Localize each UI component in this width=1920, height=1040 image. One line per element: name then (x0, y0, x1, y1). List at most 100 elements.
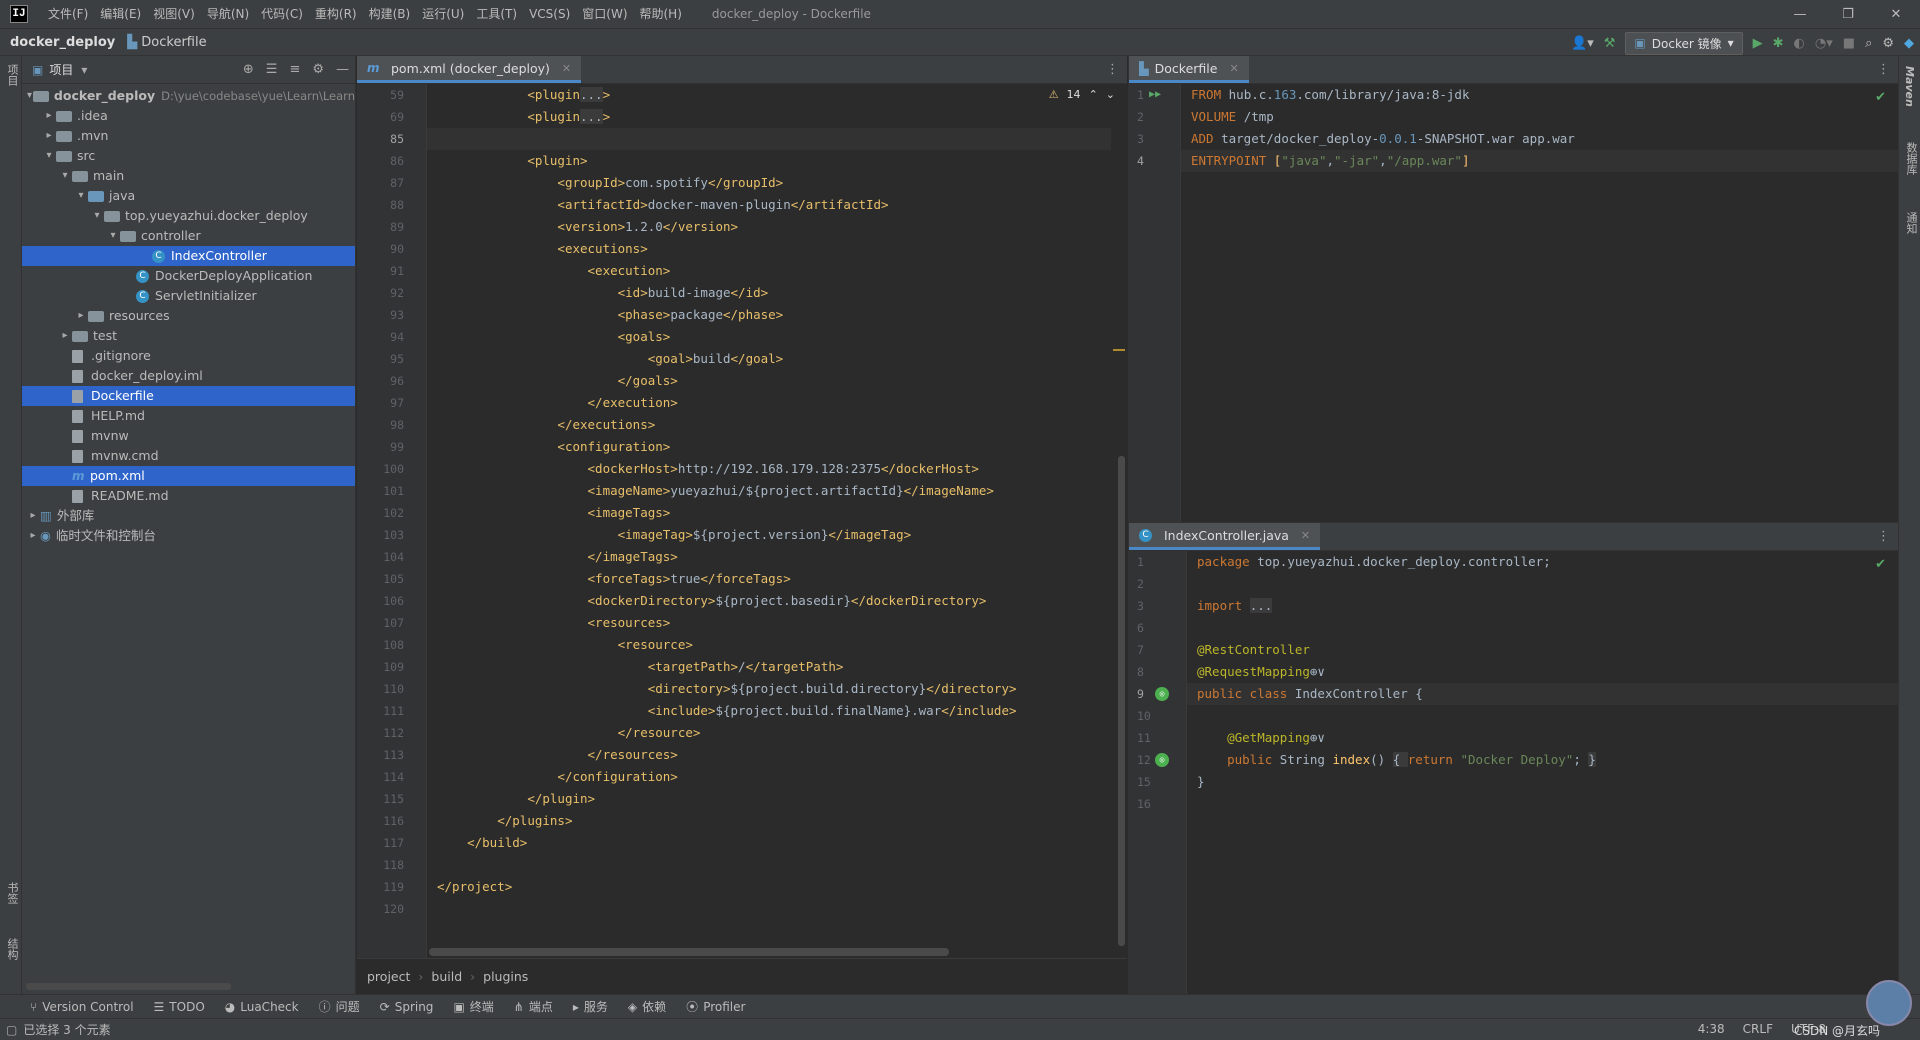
menu-item[interactable]: 构建(B) (363, 0, 417, 28)
tree-row[interactable]: C IndexController (22, 246, 355, 266)
hide-icon[interactable]: — (336, 62, 349, 77)
chevron-up-icon[interactable]: ⌃ (1089, 88, 1098, 101)
code-line[interactable]: <dockerHost>http://192.168.179.128:2375<… (427, 458, 1111, 480)
run-icon[interactable]: ▶ (1753, 36, 1763, 51)
code-line[interactable]: <imageTag>${project.version}</imageTag> (427, 524, 1111, 546)
user-icon[interactable]: 👤▾ (1571, 36, 1594, 51)
menu-item[interactable]: 视图(V) (147, 0, 201, 28)
code-lines[interactable]: package top.yueyazhui.docker_deploy.cont… (1187, 551, 1898, 815)
locate-icon[interactable]: ⊕ (243, 62, 254, 77)
more-options-icon[interactable]: ⋮ (1877, 62, 1890, 77)
chevron-icon[interactable]: ▸ (74, 306, 88, 326)
code-line[interactable]: <imageName>yueyazhui/${project.artifactI… (427, 480, 1111, 502)
inspection-widget[interactable]: ⚠ 14 ⌃ ⌄ (1049, 88, 1115, 101)
tool-window-button[interactable]: ☰ TODO (154, 1000, 205, 1014)
menu-item[interactable]: 代码(C) (255, 0, 309, 28)
code-token[interactable]: { (1392, 752, 1408, 767)
code-token[interactable]: ... (1249, 598, 1273, 613)
code-line[interactable]: <plugin...> (427, 84, 1111, 106)
gear-icon[interactable]: ⚙ (312, 62, 324, 77)
folded-region[interactable]: ... (580, 109, 603, 124)
code-line[interactable]: package top.yueyazhui.docker_deploy.cont… (1187, 551, 1898, 573)
code-line[interactable]: <targetPath>/</targetPath> (427, 656, 1111, 678)
code-line[interactable] (427, 128, 1111, 150)
tree-row[interactable]: docker_deploy.iml (22, 366, 355, 386)
code-line[interactable]: </project> (427, 876, 1111, 898)
breadcrumb-item[interactable]: plugins (483, 969, 528, 984)
tool-window-button[interactable]: ◕ LuaCheck (225, 1000, 299, 1014)
code-line[interactable]: <id>build-image</id> (427, 282, 1111, 304)
breadcrumb-file[interactable]: ▙ Dockerfile (115, 35, 206, 50)
bookmarks-tool-tab[interactable]: 书签 (4, 882, 20, 904)
chevron-icon[interactable]: ▾ (26, 86, 33, 106)
tree-row[interactable]: m pom.xml (22, 466, 355, 486)
tab-pom-xml[interactable]: m pom.xml (docker_deploy) ✕ (357, 56, 582, 83)
menu-item[interactable]: 文件(F) (42, 0, 94, 28)
jetbrains-icon[interactable]: ◆ (1904, 36, 1914, 51)
chevron-down-icon[interactable]: ⌄ (1106, 88, 1115, 101)
code-token[interactable]: } (1588, 752, 1596, 767)
menu-item[interactable]: 重构(R) (309, 0, 363, 28)
expand-all-icon[interactable]: ☰ (266, 62, 278, 77)
tree-row[interactable]: ▾ src (22, 146, 355, 166)
code-line[interactable]: <forceTags>true</forceTags> (427, 568, 1111, 590)
code-line[interactable]: <dockerDirectory>${project.basedir}</doc… (427, 590, 1111, 612)
more-options-icon[interactable]: ⋮ (1106, 62, 1119, 77)
code-line[interactable]: <plugin...> (427, 106, 1111, 128)
code-line[interactable]: <configuration> (427, 436, 1111, 458)
code-line[interactable]: <imageTags> (427, 502, 1111, 524)
horizontal-scrollbar[interactable] (26, 983, 231, 990)
code-line[interactable]: } (1187, 771, 1898, 793)
breadcrumb-item[interactable]: build (431, 969, 462, 984)
tool-window-button[interactable]: ⋔ 端点 (514, 998, 553, 1015)
code-line[interactable] (1187, 705, 1898, 727)
code-line[interactable]: </executions> (427, 414, 1111, 436)
code-line[interactable]: </configuration> (427, 766, 1111, 788)
tree-row[interactable]: ▾ controller (22, 226, 355, 246)
code-line[interactable]: </plugins> (427, 810, 1111, 832)
tree-row[interactable]: mvnw.cmd (22, 446, 355, 466)
tree-row[interactable]: ▸ ◉ 临时文件和控制台 (22, 526, 355, 546)
maven-tool-tab[interactable]: Maven (1903, 66, 1916, 107)
project-tool-tab[interactable]: 项目 (4, 64, 20, 86)
tree-row[interactable]: .gitignore (22, 346, 355, 366)
structure-tool-tab[interactable]: 结构 (4, 938, 20, 960)
code-line[interactable]: <resource> (427, 634, 1111, 656)
tree-row[interactable]: ▸ ▥ 外部库 (22, 506, 355, 526)
breadcrumb-project[interactable]: docker_deploy (0, 35, 115, 50)
tree-row[interactable]: ▾ main (22, 166, 355, 186)
tree-row[interactable]: ▸ .mvn (22, 126, 355, 146)
code-line[interactable]: </resource> (427, 722, 1111, 744)
chevron-icon[interactable]: ▾ (58, 166, 72, 186)
code-line[interactable]: import ... (1187, 595, 1898, 617)
line-separator[interactable]: CRLF (1743, 1022, 1773, 1039)
menu-item[interactable]: 编辑(E) (94, 0, 147, 28)
tree-row[interactable]: C ServletInitializer (22, 286, 355, 306)
code-line[interactable] (1187, 617, 1898, 639)
tree-row[interactable]: ▾ top.yueyazhui.docker_deploy (22, 206, 355, 226)
code-line[interactable]: </resources> (427, 744, 1111, 766)
code-line[interactable]: <execution> (427, 260, 1111, 282)
code-line[interactable]: ADD target/docker_deploy-0.0.1-SNAPSHOT.… (1181, 128, 1898, 150)
menu-item[interactable]: 导航(N) (201, 0, 255, 28)
code-line[interactable]: FROM hub.c.163.com/library/java:8-jdk (1181, 84, 1898, 106)
code-line[interactable]: <resources> (427, 612, 1111, 634)
menu-item[interactable]: 运行(U) (416, 0, 470, 28)
menu-item[interactable]: 窗口(W) (576, 0, 633, 28)
chevron-icon[interactable]: ▸ (42, 106, 56, 126)
close-tab-icon[interactable]: ✕ (1301, 529, 1310, 542)
code-lines[interactable]: <plugin...> <plugin...> <plugin> <groupI… (427, 84, 1111, 920)
code-line[interactable]: </build> (427, 832, 1111, 854)
code-line[interactable]: </plugin> (427, 788, 1111, 810)
code-line[interactable]: <phase>package</phase> (427, 304, 1111, 326)
code-area[interactable]: 1 ▶▶ 2 3 4 FROM hub.c.163.com/library/java:8… (1129, 84, 1898, 522)
run-config-select[interactable]: ▣ Docker 镜像 ▾ (1625, 31, 1743, 55)
profile-icon[interactable]: ◔▾ (1815, 36, 1833, 51)
code-line[interactable]: VOLUME /tmp (1181, 106, 1898, 128)
code-area[interactable]: 1 2 3 6 7 8 9 ◎ 10 11 12 ◎ 15 16 package top.yueyazhu… (1129, 551, 1898, 994)
code-lines[interactable]: FROM hub.c.163.com/library/java:8-jdk VOL… (1181, 84, 1898, 172)
tool-window-button[interactable]: ◈ 依赖 (628, 998, 666, 1015)
chevron-down-icon[interactable]: ▾ (81, 63, 87, 77)
menu-item[interactable]: VCS(S) (523, 0, 576, 28)
menu-item[interactable]: 帮助(H) (634, 0, 688, 28)
